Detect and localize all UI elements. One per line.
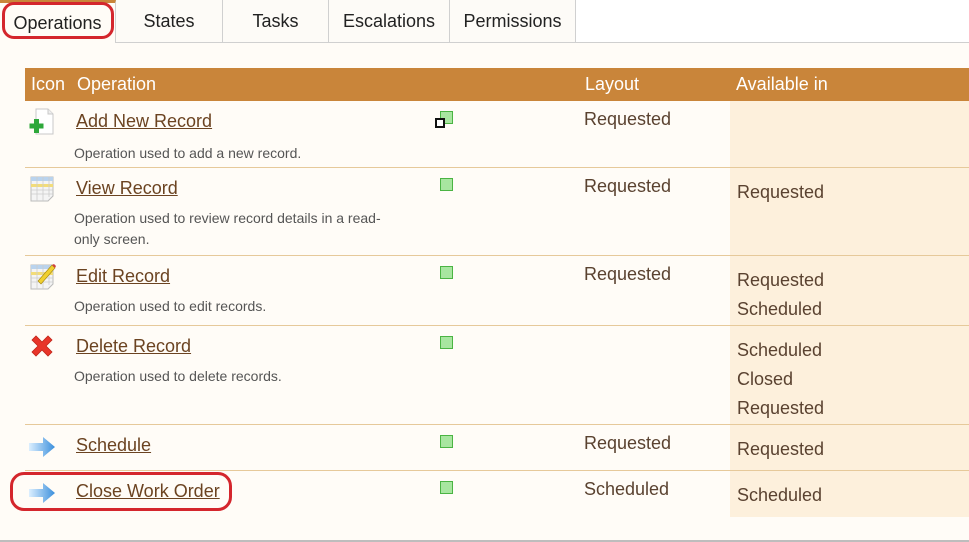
available-in-list: Scheduled	[737, 481, 822, 510]
table-row: Edit Record Operation used to edit recor…	[25, 256, 969, 326]
column-header-layout: Layout	[585, 74, 640, 94]
available-in-state: Requested	[737, 439, 825, 459]
column-header-icon: Icon	[31, 74, 66, 94]
table-row: Add New Record Operation used to add a n…	[25, 101, 969, 168]
tab-operations[interactable]: Operations	[0, 0, 116, 43]
available-in-list: Scheduled Closed Requested	[737, 336, 824, 423]
edit-record-icon	[30, 264, 56, 290]
operations-page: Operations States Tasks Escalations Perm…	[0, 0, 969, 542]
enabled-indicator	[440, 266, 453, 279]
available-in-state: Scheduled	[737, 299, 823, 319]
operation-description: Operation used to add a new record.	[74, 145, 302, 161]
add-record-icon	[29, 108, 54, 135]
enabled-indicator	[440, 435, 453, 448]
operation-link-schedule[interactable]: Schedule	[76, 435, 151, 456]
available-in-state: Requested	[737, 398, 825, 418]
layout-value: Requested	[584, 264, 672, 284]
operation-description: Operation used to delete records.	[74, 368, 282, 384]
operation-link-add-new-record[interactable]: Add New Record	[76, 111, 212, 132]
layout-value: Requested	[584, 433, 672, 453]
available-in-list: Requested	[737, 178, 824, 207]
available-in-list: Requested Scheduled	[737, 266, 824, 324]
shortcut-overlay-icon	[435, 118, 445, 128]
tab-escalations[interactable]: Escalations	[329, 0, 450, 43]
available-in-list: Requested	[737, 435, 824, 464]
table-row: View Record Operation used to review rec…	[25, 168, 969, 256]
table-row: Schedule Requested Requested	[25, 425, 969, 471]
table-header: Icon Operation Layout Available in	[25, 68, 969, 101]
operation-description: Operation used to review record details …	[74, 210, 381, 247]
layout-value: Requested	[584, 109, 672, 129]
enabled-indicator	[440, 481, 453, 494]
view-record-icon	[30, 176, 54, 202]
operations-table: Icon Operation Layout Available in Add N…	[25, 68, 969, 517]
operation-link-delete-record[interactable]: Delete Record	[76, 336, 191, 357]
layout-value: Requested	[584, 176, 672, 196]
tab-states[interactable]: States	[116, 0, 223, 43]
tab-permissions[interactable]: Permissions	[450, 0, 576, 43]
operation-link-close-work-order[interactable]: Close Work Order	[76, 481, 220, 502]
column-header-available-in: Available in	[736, 74, 828, 94]
table-row: Close Work Order Scheduled Scheduled	[25, 471, 969, 517]
arrow-right-icon	[29, 483, 55, 503]
enabled-indicator	[440, 336, 453, 349]
arrow-right-icon	[29, 437, 55, 457]
delete-record-icon	[31, 335, 53, 357]
operation-link-view-record[interactable]: View Record	[76, 178, 178, 199]
column-header-operation: Operation	[77, 74, 157, 94]
available-in-state: Requested	[737, 182, 825, 202]
operation-description: Operation used to edit records.	[74, 298, 267, 314]
tab-tasks[interactable]: Tasks	[223, 0, 329, 43]
operation-link-edit-record[interactable]: Edit Record	[76, 266, 170, 287]
layout-value: Scheduled	[584, 479, 670, 499]
enabled-indicator	[440, 178, 453, 191]
available-in-state: Scheduled	[737, 485, 823, 505]
available-in-state: Scheduled	[737, 340, 823, 360]
table-row: Delete Record Operation used to delete r…	[25, 326, 969, 425]
tab-bar: Operations States Tasks Escalations Perm…	[0, 0, 969, 43]
available-in-state: Requested	[737, 270, 825, 290]
available-in-state: Closed	[737, 369, 794, 389]
